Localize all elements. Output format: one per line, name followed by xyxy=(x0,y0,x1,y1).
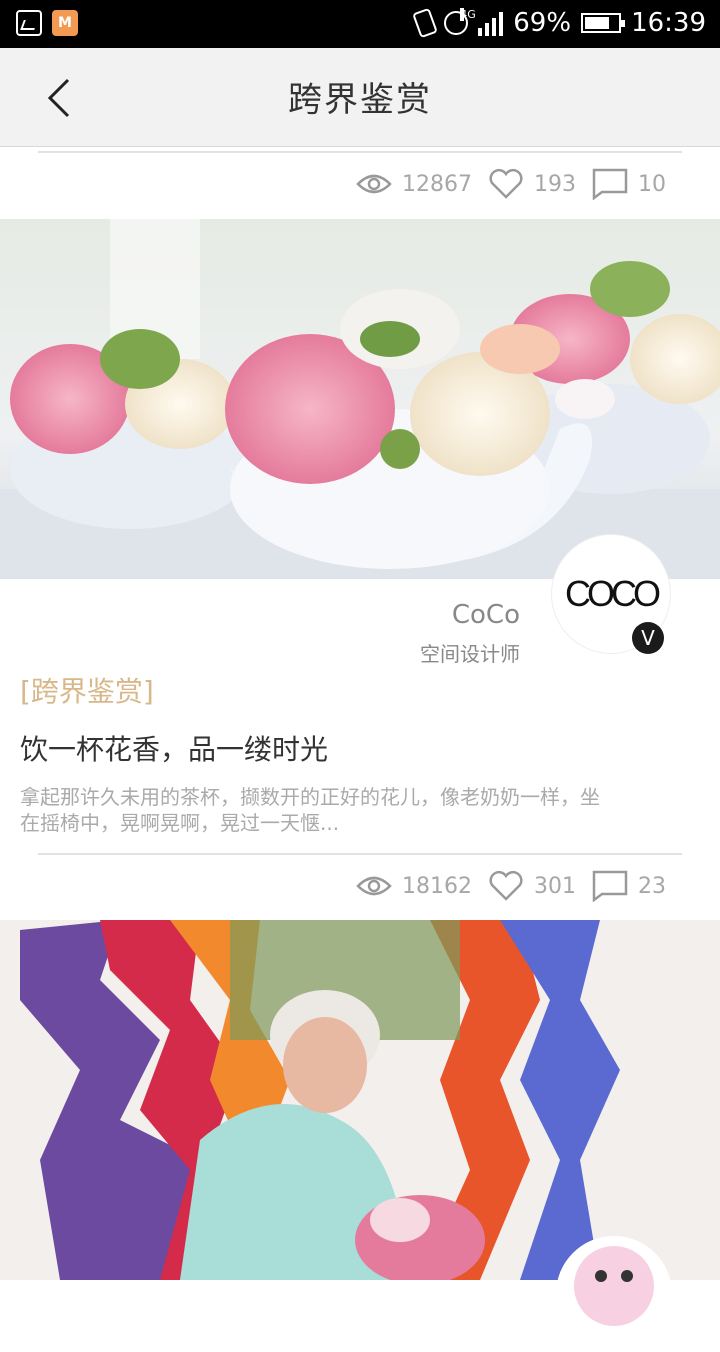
likes-count: 193 xyxy=(534,171,576,197)
comment-icon xyxy=(592,870,628,902)
heart-icon xyxy=(489,871,523,901)
views-stat: 18162 xyxy=(356,874,472,899)
comment-icon xyxy=(592,168,628,200)
verified-badge: V xyxy=(632,622,664,654)
eye-icon xyxy=(356,876,392,896)
views-stat: 12867 xyxy=(356,172,472,197)
network-type: 4G xyxy=(460,8,476,21)
cartoon-avatar-icon xyxy=(556,1236,672,1352)
eye-icon xyxy=(356,174,392,194)
status-bar: M 4G 69% 16:39 xyxy=(0,0,720,48)
battery-percent: 69% xyxy=(513,8,572,38)
battery-icon xyxy=(581,13,626,33)
app-header: 跨界鉴赏 xyxy=(0,48,720,147)
divider xyxy=(38,853,682,855)
teapot-flowers-photo xyxy=(0,219,720,579)
comments-count: 23 xyxy=(638,873,666,899)
vibrate-icon xyxy=(412,7,439,39)
views-count: 12867 xyxy=(402,171,472,197)
views-count: 18162 xyxy=(402,873,472,899)
post-stats: 18162 301 23 xyxy=(356,870,666,902)
signal-icon: 4G xyxy=(460,8,504,36)
next-author-avatar[interactable] xyxy=(556,1236,672,1352)
post-title[interactable]: 饮一杯花香，品一缕时光 xyxy=(20,728,328,768)
author-role: 空间设计师 xyxy=(420,642,520,666)
post-category[interactable]: [跨界鉴赏] xyxy=(20,670,154,710)
heart-icon xyxy=(489,169,523,199)
author-name: CoCo xyxy=(451,600,520,630)
post-cover-image[interactable] xyxy=(0,219,720,579)
divider xyxy=(38,151,682,153)
app-notification-icon: M xyxy=(52,10,78,36)
comments-count: 10 xyxy=(638,171,666,197)
clock: 16:39 xyxy=(631,8,706,38)
likes-stat[interactable]: 301 xyxy=(488,870,576,902)
author-info[interactable]: CoCo 空间设计师 xyxy=(420,600,520,667)
page-title: 跨界鉴赏 xyxy=(288,80,432,120)
flower-wall-photo xyxy=(0,920,720,1280)
post-stats-prev: 12867 193 10 xyxy=(356,168,666,200)
likes-stat[interactable]: 193 xyxy=(488,168,576,200)
avatar-logo-text: COCO xyxy=(565,573,661,614)
gallery-icon xyxy=(16,10,42,36)
next-post-cover-image[interactable] xyxy=(0,920,720,1280)
post-summary: 拿起那许久未用的茶杯，撷数开的正好的花儿，像老奶奶一样，坐在摇椅中，晃啊晃啊，晃… xyxy=(20,785,600,835)
comments-stat[interactable]: 23 xyxy=(592,870,666,902)
likes-count: 301 xyxy=(534,873,576,899)
comments-stat[interactable]: 10 xyxy=(592,168,666,200)
